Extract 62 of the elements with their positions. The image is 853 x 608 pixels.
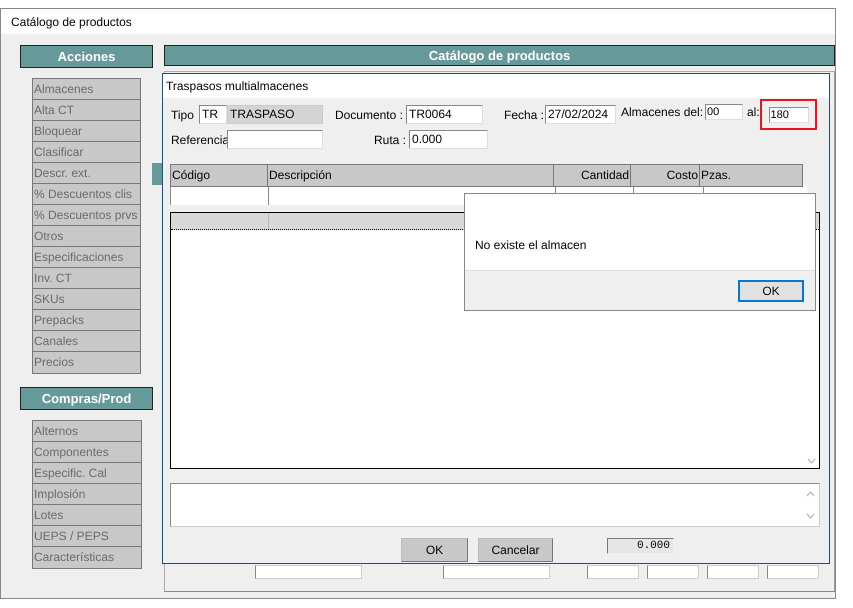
input-field[interactable]	[255, 565, 362, 579]
input-field[interactable]	[587, 565, 639, 579]
dialog-button[interactable]: Cancelar	[478, 538, 553, 562]
type-name: TRASPASO	[227, 105, 323, 124]
dialog-title: Traspasos multialmacenes	[166, 78, 308, 95]
input-field[interactable]: 0.000	[409, 130, 488, 149]
message-text: No existe el almacen	[475, 237, 586, 254]
sidebar-item[interactable]: Implosión	[33, 484, 141, 505]
column-header: Descripción	[267, 164, 554, 187]
field-label: Almacenes del:	[621, 104, 704, 120]
field-label: al:	[747, 104, 760, 120]
column-header: Cantidad	[553, 164, 631, 187]
sidebar-item[interactable]: Especific. Cal	[33, 463, 141, 484]
column-header: Pzas.	[699, 164, 803, 187]
sidebar-item[interactable]: % Descuentos prvs	[33, 205, 140, 226]
panel-header: Catálogo de productos	[164, 45, 835, 66]
window-title: Catálogo de productos	[11, 14, 132, 30]
input-field[interactable]	[767, 565, 819, 579]
field-label: Fecha :	[504, 106, 545, 124]
column-header: Costo	[630, 164, 700, 187]
sidebar-item[interactable]: Inv. CT	[33, 268, 140, 289]
sidebar-item[interactable]: Especificaciones	[33, 247, 140, 268]
sidebar-item[interactable]: UEPS / PEPS	[33, 526, 141, 547]
section-header: Compras/Prod	[20, 387, 153, 410]
dialog-button[interactable]: OK	[401, 538, 468, 562]
notes-field[interactable]	[170, 483, 820, 527]
table-cell[interactable]	[170, 187, 268, 205]
input-field[interactable]	[707, 565, 759, 579]
field-label: Referencia	[171, 132, 227, 148]
sidebar-item[interactable]: Alta CT	[33, 100, 140, 121]
sidebar-item[interactable]: Componentes	[33, 442, 141, 463]
scroll-up-icon[interactable]	[806, 491, 815, 497]
input-field[interactable]	[647, 565, 699, 579]
input-field[interactable]: 180	[768, 106, 808, 122]
sidebar-item[interactable]: Lotes	[33, 505, 141, 526]
sidebar-item[interactable]: % Descuentos clis	[33, 184, 140, 205]
sidebar-item[interactable]: Almacenes	[33, 79, 140, 100]
input-field[interactable]: TR0064	[406, 105, 483, 124]
total-field: 0.000	[607, 538, 674, 554]
column-header: Código	[170, 164, 268, 187]
sidebar-item[interactable]: Bloquear	[33, 121, 140, 142]
sidebar-item[interactable]: Descr. ext.	[33, 163, 140, 184]
sidebar-item[interactable]: SKUs	[33, 289, 140, 310]
input-field[interactable]	[443, 565, 550, 579]
ok-button[interactable]: OK	[738, 280, 804, 302]
field-label: Ruta :	[372, 132, 407, 148]
sidebar-item[interactable]: Características	[33, 547, 141, 568]
input-field[interactable]: 00	[705, 104, 743, 120]
section-header: Acciones	[20, 45, 153, 68]
field-label: Documento :	[334, 106, 404, 124]
input-field[interactable]: TR	[199, 105, 227, 124]
scroll-down-icon[interactable]	[806, 513, 815, 519]
sidebar-item[interactable]: Precios	[33, 352, 140, 373]
input-field[interactable]	[227, 130, 323, 149]
sidebar-item[interactable]: Prepacks	[33, 310, 140, 331]
field-label: Tipo	[171, 106, 195, 124]
sidebar-item[interactable]: Canales	[33, 331, 140, 352]
sidebar-item[interactable]: Alternos	[33, 421, 141, 442]
sidebar-item[interactable]: Clasificar	[33, 142, 140, 163]
scroll-down-icon[interactable]	[807, 458, 816, 464]
input-field[interactable]: 27/02/2024	[545, 105, 616, 124]
sidebar-item[interactable]: Otros	[33, 226, 140, 247]
